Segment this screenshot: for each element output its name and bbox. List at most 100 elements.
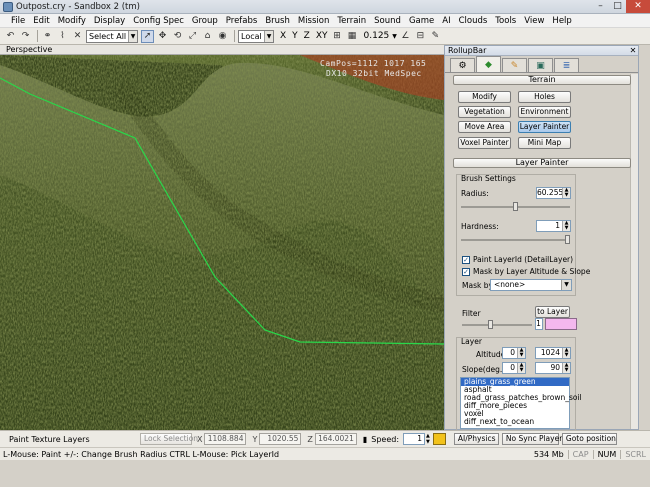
rollup-scrollbar[interactable] [630,74,638,429]
toolbar-divider [37,30,38,42]
altitude-min-input[interactable]: 0 ▲ ▼ [502,347,526,359]
menu-file[interactable]: File [0,14,29,28]
rollup-close-button[interactable]: ✕ [628,46,638,55]
lock-selection-button[interactable]: Lock Selection [140,433,198,445]
mask-by-select[interactable]: <none> ▼ [490,279,572,291]
rotate-icon[interactable]: ⟲ [171,30,184,43]
ai-physics-button[interactable]: AI/Physics [453,433,499,445]
edit-mode-icon[interactable]: ✎ [429,30,442,43]
terrain-tab-icon[interactable]: ◆ [476,56,501,72]
mask-by-altitude-checkbox[interactable]: ✓ Mask by Layer Altitude & Slope [462,267,590,276]
altitude-max-spinner[interactable]: ▲ ▼ [562,348,570,358]
radius-slider[interactable] [461,202,570,212]
redo-icon[interactable]: ↷ [19,30,32,43]
menu-help[interactable]: Help [548,14,575,28]
chevron-down-icon[interactable]: ▼ [392,33,397,40]
display-tab-icon[interactable]: ▣ [528,58,553,72]
perspective-viewport[interactable]: Perspective CamPos=1112 1017 165 DX10 32… [0,45,444,430]
list-item[interactable]: diff_next_to_ocean [461,418,569,426]
maximize-button[interactable]: □ [609,0,626,13]
slope-max-input[interactable]: 90 ▲ ▼ [535,362,571,374]
speed-value: 1 [417,434,423,443]
axis-z-button[interactable]: Z [304,31,310,41]
move-area-button[interactable]: Move Area [458,121,511,133]
goto-position-button[interactable]: Goto position [561,433,617,445]
delete-icon[interactable]: ✕ [71,30,84,43]
menu-ai[interactable]: AI [438,14,454,28]
radius-spinner[interactable]: ▲ ▼ [562,188,570,198]
layer-painter-section-header[interactable]: Layer Painter [453,158,631,168]
modify-button[interactable]: Modify [458,91,511,103]
paint-layer-id-checkbox[interactable]: ✓ Paint LayerId (DetailLayer) [462,255,573,264]
menu-terrain[interactable]: Terrain [333,14,370,28]
layer-painter-button[interactable]: Layer Painter [518,121,571,133]
hardness-slider[interactable] [461,235,570,245]
move-icon[interactable]: ✥ [156,30,169,43]
slope-min-input[interactable]: 0 ▲ ▼ [502,362,526,374]
mini-map-button[interactable]: Mini Map [518,137,571,149]
slope-min-spinner[interactable]: ▲ ▼ [517,363,525,373]
menu-view[interactable]: View [520,14,548,28]
altitude-min-spinner[interactable]: ▲ ▼ [517,348,525,358]
selection-mask-select[interactable]: Select All ▼ [86,29,138,43]
terrain-follow-icon[interactable]: ⌂ [201,30,214,43]
pointer-icon[interactable]: ➚ [141,29,154,43]
menu-brush[interactable]: Brush [261,14,294,28]
close-button[interactable]: ✕ [626,0,650,13]
terrain-collision-icon[interactable] [432,433,446,445]
modeling-tab-icon[interactable]: ✎ [502,58,527,72]
axis-y-button[interactable]: Y [292,31,298,41]
link-icon[interactable]: ⚭ [41,30,54,43]
axis-xy-button[interactable]: XY [316,31,328,41]
environment-button[interactable]: Environment [518,106,571,118]
ruler-icon[interactable]: ⊟ [414,30,427,43]
holes-button[interactable]: Holes [518,91,571,103]
filter-value-field[interactable]: 1 [535,318,543,330]
menu-clouds[interactable]: Clouds [455,14,492,28]
speed-spinner[interactable]: ▲ ▼ [426,433,430,445]
to-layer-button[interactable]: to Layer [535,306,570,318]
terrain-section-header[interactable]: Terrain [453,75,631,85]
grid-icon[interactable]: ▦ [346,30,359,43]
slider-thumb[interactable] [513,202,518,211]
coord-system-select[interactable]: Local ▼ [238,29,274,43]
filter-slider[interactable] [462,320,532,330]
undo-icon[interactable]: ↶ [4,30,17,43]
objects-tab-icon[interactable]: ⚙ [450,58,475,72]
menu-mission[interactable]: Mission [294,14,334,28]
voxel-painter-button[interactable]: Voxel Painter [458,137,511,149]
menu-group[interactable]: Group [188,14,222,28]
altitude-max-input[interactable]: 1024 ▲ ▼ [535,347,571,359]
hardness-spinner[interactable]: ▲ ▼ [562,221,570,231]
terrain-scene[interactable] [0,55,444,430]
menu-sound[interactable]: Sound [370,14,405,28]
angle-snap-icon[interactable]: ∠ [399,30,412,43]
menu-game[interactable]: Game [405,14,438,28]
no-sync-player-button[interactable]: No Sync Player [501,433,562,445]
menu-prefabs[interactable]: Prefabs [222,14,262,28]
hardness-input[interactable]: 1 ▲ ▼ [536,220,571,232]
menu-edit[interactable]: Edit [29,14,53,28]
z-coord-field[interactable]: 164.0021 [314,433,357,445]
menu-config-spec[interactable]: Config Spec [129,14,188,28]
menu-tools[interactable]: Tools [491,14,520,28]
layers-tab-icon[interactable]: ≣ [554,58,579,72]
slider-thumb[interactable] [565,235,570,244]
unlink-icon[interactable]: ⌇ [56,30,69,43]
scale-icon[interactable]: ⤢ [186,30,199,43]
speed-input[interactable]: 1 [403,433,426,445]
x-coord-field[interactable]: 1108.884 [204,433,247,445]
axis-x-button[interactable]: X [280,31,286,41]
radius-input[interactable]: 60.255 ▲ ▼ [536,187,571,199]
snap-icon[interactable]: ⊞ [331,30,344,43]
minimize-button[interactable]: – [592,0,609,13]
layer-list[interactable]: plains_grass_green asphalt road_grass_pa… [460,377,582,429]
slope-max-spinner[interactable]: ▲ ▼ [562,363,570,373]
y-coord-field[interactable]: 1020.55 [259,433,302,445]
layer-color-swatch[interactable] [545,318,577,330]
menu-display[interactable]: Display [90,14,129,28]
slider-thumb[interactable] [488,320,493,329]
menu-modify[interactable]: Modify [54,14,90,28]
camera-icon[interactable]: ◉ [216,30,229,43]
vegetation-button[interactable]: Vegetation [458,106,511,118]
